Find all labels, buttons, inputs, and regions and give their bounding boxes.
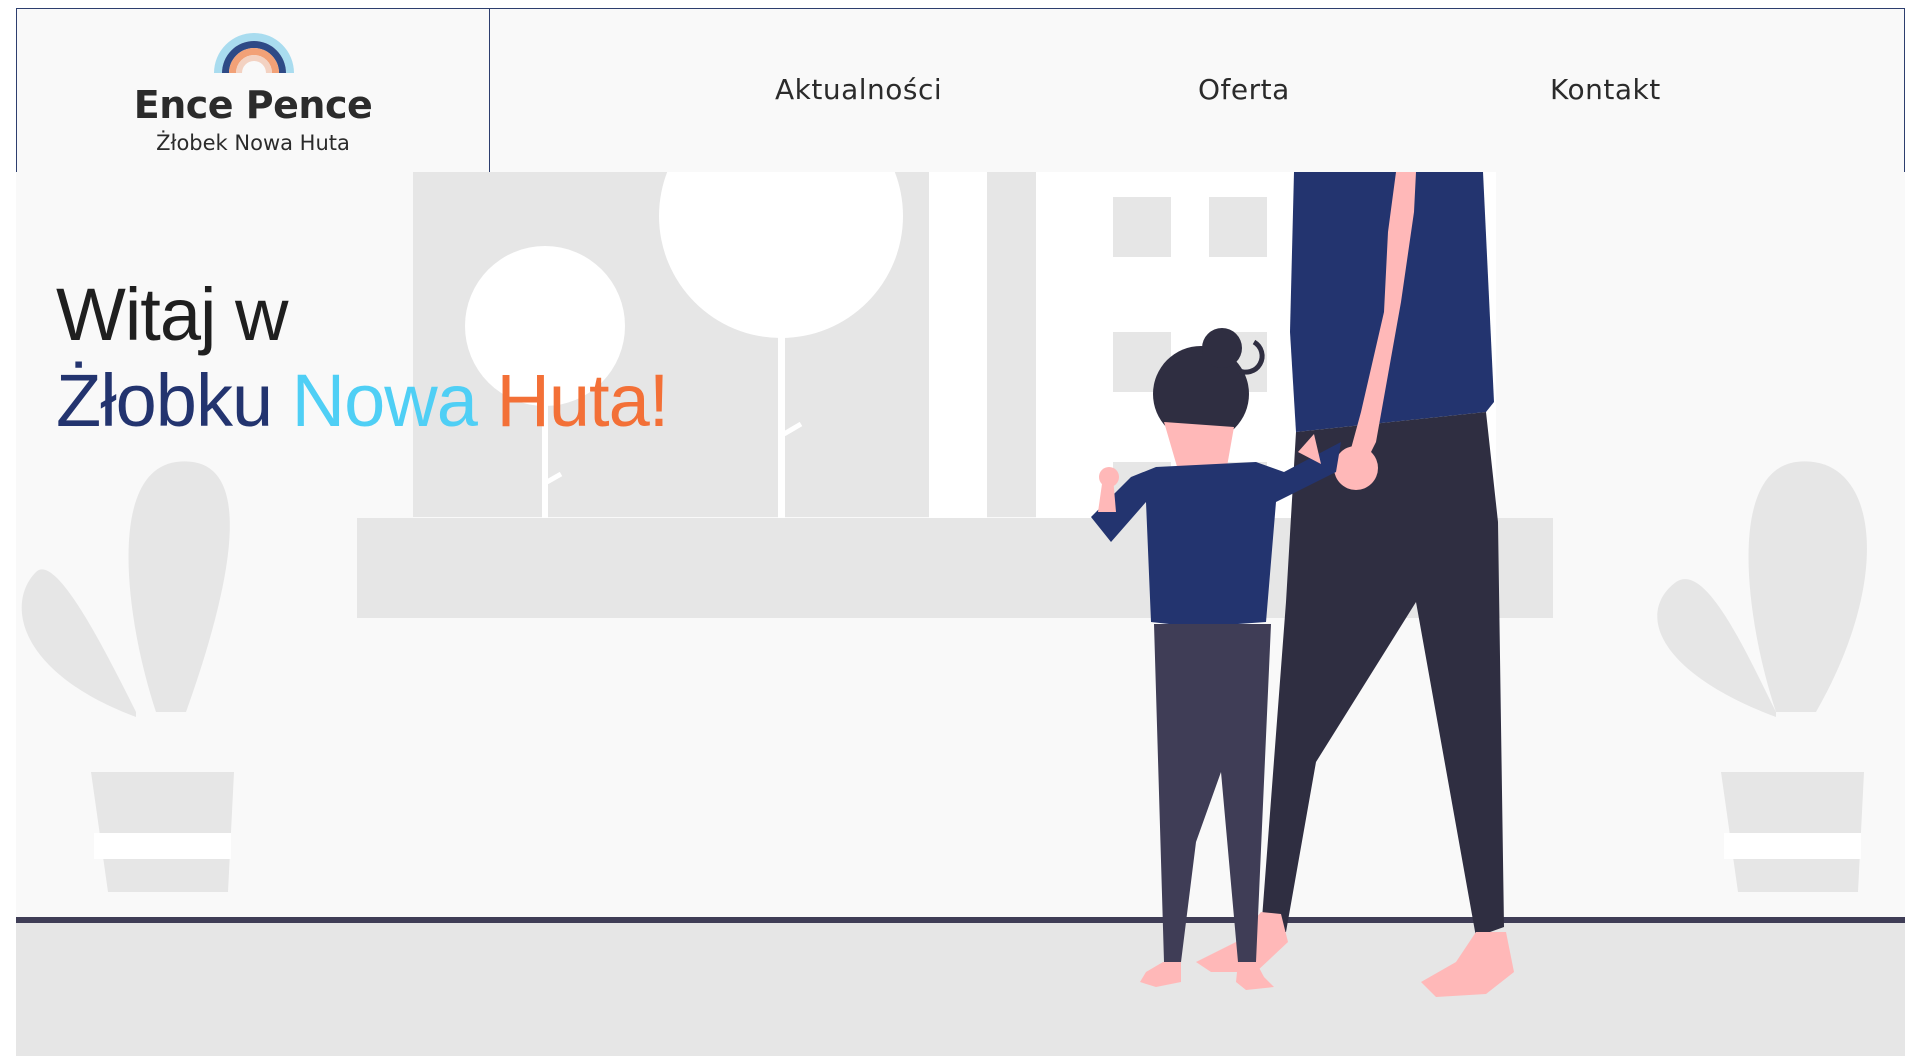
nav-item-kontakt[interactable]: Kontakt <box>1550 73 1661 106</box>
headline-word-nowa: Nowa <box>291 358 478 442</box>
hero-headline: Witaj w Żłobku Nowa Huta! <box>56 272 669 444</box>
brand-subtitle: Żłobek Nowa Huta <box>156 131 350 155</box>
headline-word-huta: Huta! <box>496 358 669 442</box>
headline-line1: Witaj w <box>56 272 288 356</box>
nav-item-aktualnosci[interactable]: Aktualności <box>775 73 942 106</box>
headline-word-zlobku: Żłobku <box>56 358 273 442</box>
brand-title: Ence Pence <box>133 83 373 127</box>
rainbow-icon <box>214 33 294 73</box>
hero-section: Witaj w Żłobku Nowa Huta! <box>16 172 1905 1056</box>
nav-item-oferta[interactable]: Oferta <box>1198 73 1290 106</box>
page: Ence Pence Żłobek Nowa Huta Aktualności … <box>16 8 1905 1056</box>
brand-logo-link[interactable]: Ence Pence Żłobek Nowa Huta <box>17 9 490 172</box>
site-header: Ence Pence Żłobek Nowa Huta Aktualności … <box>16 8 1905 173</box>
